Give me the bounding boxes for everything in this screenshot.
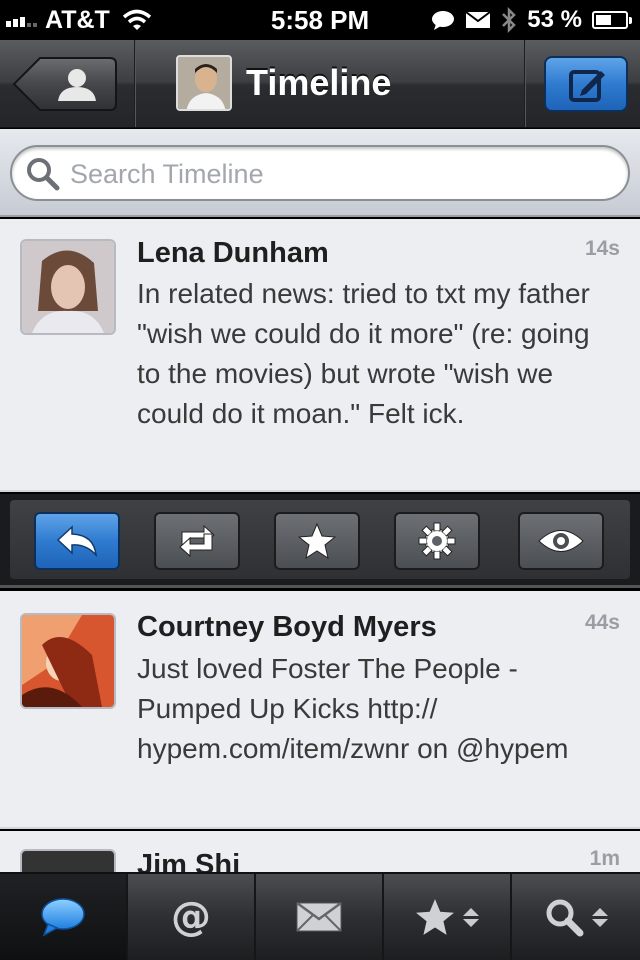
- search-bar: [0, 129, 640, 217]
- tweet-item[interactable]: Lena Dunham 14s In related news: tried t…: [0, 219, 640, 492]
- retweet-icon: [179, 524, 215, 558]
- retweet-button[interactable]: [154, 512, 240, 570]
- tab-messages[interactable]: [256, 874, 384, 960]
- messages-envelope-icon: [296, 901, 342, 932]
- more-settings-button[interactable]: [394, 512, 480, 570]
- search-input[interactable]: [70, 155, 610, 193]
- tweet-avatar[interactable]: [20, 239, 116, 335]
- carrier-label: AT&T: [45, 5, 110, 34]
- chat-notification-icon: [432, 11, 455, 30]
- status-bar: AT&T 5:58 PM 53 %: [0, 0, 640, 40]
- tab-favorites[interactable]: [384, 874, 512, 960]
- status-left: AT&T: [6, 4, 152, 36]
- tweet-author-name[interactable]: Lena Dunham: [137, 237, 329, 270]
- tweet-timestamp: 14s: [584, 237, 620, 260]
- tab-options-arrows-icon: [463, 907, 479, 927]
- compose-button[interactable]: [544, 56, 628, 112]
- tweet-item[interactable]: Jim Shi 1m: [0, 831, 640, 872]
- profile-icon: [58, 69, 96, 101]
- eye-icon: [538, 530, 584, 552]
- battery-percent: 53 %: [527, 6, 582, 33]
- tweet-avatar[interactable]: [20, 849, 116, 872]
- mail-notification-icon: [465, 11, 491, 28]
- compose-icon: [569, 70, 605, 102]
- favorite-button[interactable]: [274, 512, 360, 570]
- tweet-item[interactable]: Courtney Boyd Myers 44s Just loved Foste…: [0, 591, 640, 829]
- profile-back-button[interactable]: [12, 56, 118, 112]
- reply-icon: [56, 525, 97, 557]
- tweet-action-bar: [0, 492, 640, 588]
- timeline-speech-bubble-icon: [41, 898, 85, 937]
- tweet-avatar[interactable]: [20, 613, 116, 709]
- battery-icon: [592, 11, 632, 29]
- gear-icon: [418, 522, 456, 560]
- search-magnifier-icon: [546, 899, 584, 937]
- favorite-star-icon: [298, 523, 336, 559]
- user-avatar: [176, 55, 232, 111]
- mentions-at-icon: @: [171, 895, 211, 939]
- tweet-author-name[interactable]: Jim Shi: [137, 849, 240, 872]
- bluetooth-icon: [502, 7, 517, 33]
- tweet-text: Just loved Foster The People - Pumped Up…: [137, 653, 569, 764]
- tab-options-arrows-icon: [592, 907, 608, 927]
- search-field[interactable]: [10, 145, 630, 201]
- tweet-author-name[interactable]: Courtney Boyd Myers: [137, 611, 437, 644]
- wifi-icon: [122, 9, 151, 30]
- reply-button[interactable]: [34, 512, 120, 570]
- tweet-timestamp: 1m: [589, 847, 620, 870]
- page-title: Timeline: [246, 62, 392, 103]
- tab-mentions[interactable]: @: [128, 874, 256, 960]
- tab-search[interactable]: [512, 874, 640, 960]
- tab-timeline[interactable]: [0, 874, 128, 960]
- signal-icon: [6, 13, 39, 27]
- tweet-timestamp: 44s: [584, 611, 620, 634]
- navigation-bar: Timeline: [0, 40, 640, 128]
- svg-text:@: @: [171, 895, 211, 939]
- view-details-button[interactable]: [518, 512, 604, 570]
- search-icon: [27, 158, 60, 191]
- nav-title-group: Timeline: [176, 52, 391, 114]
- tweet-text: In related news: tried to txt my father …: [137, 278, 590, 429]
- favorites-star-icon: [416, 899, 454, 935]
- status-right: 53 %: [431, 4, 632, 36]
- tab-bar: @: [0, 872, 640, 960]
